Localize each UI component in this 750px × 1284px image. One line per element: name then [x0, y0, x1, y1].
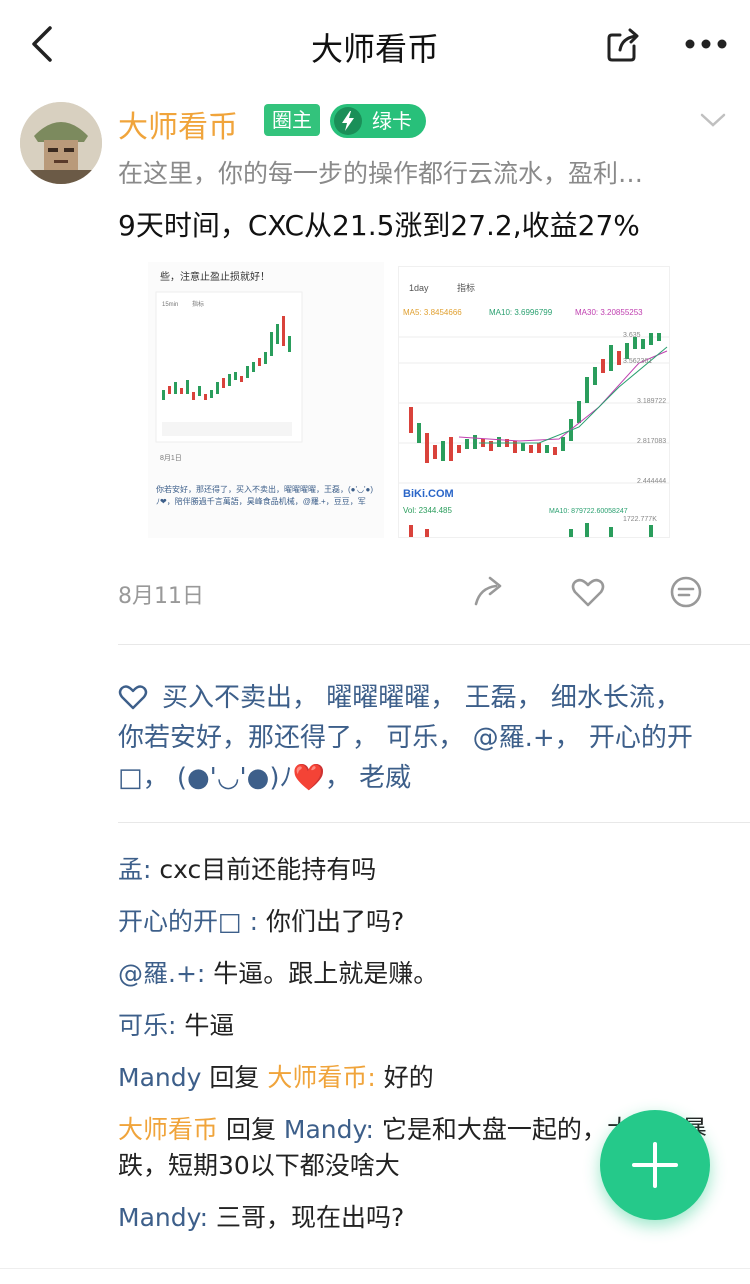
comment-item[interactable]: @羅.+: 牛逼。跟上就是赚。 — [118, 956, 718, 992]
img2-price-3: 3.189722 — [637, 398, 666, 405]
comment-author[interactable]: 可乐: — [118, 1011, 176, 1040]
img2-price-5: 2.444444 — [637, 478, 666, 485]
img2-logo: BiKi.COM — [403, 488, 454, 500]
comment-item[interactable]: Mandy 回复 大师看币: 好的 — [118, 1060, 718, 1096]
img1-likes: 你若安好，那还得了，买入不卖出，曜曜曜曜，王磊，(●'◡'●)ﾉ❤，陪伴勝過千言… — [156, 485, 374, 506]
likes-list: 买入不卖出， 曜曜曜曜， 王磊， 细水长流， 你若安好，那还得了， 可乐， @羅… — [118, 683, 693, 793]
like-name[interactable]: (●'◡'●)ﾉ❤️ — [177, 763, 325, 793]
post-text: 9天时间，CXC从21.5涨到27.2,收益27% — [118, 209, 640, 242]
green-card-label: 绿卡 — [372, 109, 412, 133]
img2-ma10: MA10: 3.6996799 — [489, 308, 553, 317]
comment-text: 好的 — [375, 1063, 434, 1092]
comment-text: 你们出了吗? — [258, 907, 405, 936]
comment-author[interactable]: 孟: — [118, 855, 151, 884]
like-name[interactable]: 王磊 — [465, 683, 517, 713]
img2-vol: Vol: 2344.485 — [403, 506, 452, 515]
forward-icon[interactable] — [472, 574, 508, 610]
like-name[interactable]: 细水长流 — [551, 683, 655, 713]
green-card-badge: 绿卡 — [330, 104, 426, 138]
comment-item[interactable]: 孟: cxc目前还能持有吗 — [118, 852, 718, 888]
comment-icon[interactable] — [668, 574, 704, 610]
owner-badge: 圈主 — [264, 104, 320, 136]
share-icon[interactable] — [604, 24, 644, 64]
divider — [118, 644, 750, 645]
comment-author[interactable]: @羅.+: — [118, 959, 205, 988]
reply-target[interactable]: 大师看币: — [267, 1063, 375, 1092]
like-name[interactable]: 老威 — [359, 763, 411, 793]
heart-outline-icon — [118, 685, 148, 710]
img1-top-text: 些，注意止盈止损就好！ — [160, 270, 270, 283]
img2-ma30: MA30: 3.20855253 — [575, 308, 643, 317]
like-name[interactable]: 曜曜曜曜 — [326, 683, 430, 713]
avatar[interactable] — [20, 102, 102, 184]
img2-tab-interval: 1day — [409, 283, 429, 293]
img1-tab-interval: 15min — [162, 302, 178, 308]
add-post-button[interactable] — [600, 1110, 710, 1220]
reply-word: 回复 — [201, 1063, 268, 1092]
chevron-down-icon[interactable] — [698, 110, 728, 130]
img2-price-2: 3.562361 — [623, 358, 652, 365]
comment-item[interactable]: 可乐: 牛逼 — [118, 1008, 718, 1044]
divider — [118, 822, 750, 823]
comment-author[interactable]: Mandy — [118, 1063, 201, 1092]
like-name[interactable]: 买入不卖出 — [162, 683, 292, 713]
img2-ma5: MA5: 3.8454666 — [403, 308, 462, 317]
like-name[interactable]: @羅.+ — [473, 723, 555, 753]
nav-bar: 大师看币 — [0, 0, 750, 90]
like-name[interactable]: 你若安好，那还得了 — [118, 723, 352, 753]
img2-vol-ma10: MA10: 879722.60058247 — [549, 508, 628, 515]
divider — [0, 1268, 750, 1269]
comment-text: 牛逼 — [176, 1011, 235, 1040]
img1-tab-indicator: 指标 — [192, 300, 204, 308]
like-icon[interactable] — [570, 574, 606, 610]
comment-author[interactable]: Mandy: — [118, 1203, 208, 1232]
img2-price-1: 3.635 — [623, 332, 641, 339]
reply-target[interactable]: Mandy: — [284, 1115, 374, 1144]
post-date: 8月11日 — [118, 584, 204, 609]
like-name[interactable]: 可乐 — [386, 723, 438, 753]
comment-author[interactable]: 大师看币 — [118, 1115, 218, 1144]
img1-date: 8月1日 — [160, 454, 182, 462]
author-name[interactable]: 大师看币 — [118, 102, 238, 146]
post-image-2[interactable]: 1day 指标 MA5: 3.8454666 MA10: 3.6996799 M… — [398, 266, 670, 538]
more-icon[interactable] — [684, 28, 728, 60]
comment-text: cxc目前还能持有吗 — [151, 855, 377, 884]
img2-price-4: 2.817083 — [637, 438, 666, 445]
comment-text: 牛逼。跟上就是赚。 — [205, 959, 439, 988]
comment-item[interactable]: 开心的开□ : 你们出了吗? — [118, 904, 718, 940]
comment-author[interactable]: 开心的开□ : — [118, 907, 258, 936]
img2-tab-indicator: 指标 — [457, 282, 475, 293]
comment-text: 三哥，现在出吗? — [208, 1203, 405, 1232]
post-image-1[interactable]: 些，注意止盈止损就好！ 15min 指标 8月1日 你若安好，那还得了，买入不卖… — [148, 262, 384, 538]
img2-vol-max: 1722.777K — [623, 516, 657, 523]
reply-word: 回复 — [218, 1115, 284, 1144]
circle-description: 在这里，你的每一步的操作都行云流水，盈利… — [118, 159, 644, 188]
lightning-icon — [334, 107, 362, 135]
